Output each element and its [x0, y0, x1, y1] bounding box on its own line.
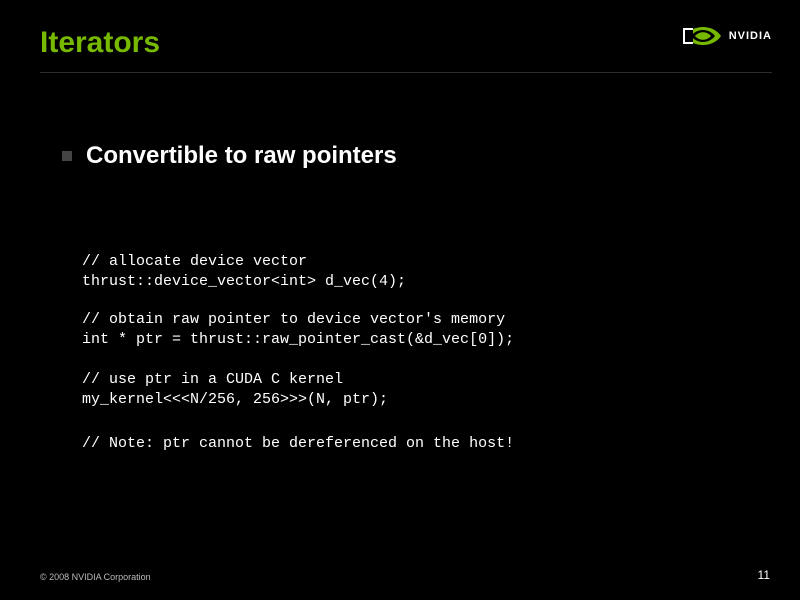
code-comment: // Note: ptr cannot be dereferenced on t…: [82, 435, 514, 452]
code-line: int * ptr = thrust::raw_pointer_cast(&d_…: [82, 331, 514, 348]
bullet-icon: [62, 151, 72, 161]
code-block-4: // Note: ptr cannot be dereferenced on t…: [82, 434, 514, 454]
code-line: my_kernel<<<N/256, 256>>>(N, ptr);: [82, 391, 388, 408]
code-block-2: // obtain raw pointer to device vector's…: [82, 310, 514, 351]
copyright: © 2008 NVIDIA Corporation: [40, 572, 151, 582]
nvidia-logo: NVIDIA: [683, 22, 772, 50]
slide: Iterators NVIDIA Convertible to raw poin…: [0, 0, 800, 600]
code-comment: // use ptr in a CUDA C kernel: [82, 371, 343, 388]
slide-title: Iterators: [40, 26, 160, 60]
code-comment: // allocate device vector: [82, 253, 307, 270]
divider: [40, 72, 772, 73]
subtitle-row: Convertible to raw pointers: [62, 142, 397, 170]
code-comment: // obtain raw pointer to device vector's…: [82, 311, 505, 328]
code-block-1: // allocate device vector thrust::device…: [82, 252, 406, 293]
page-number: 11: [758, 568, 770, 582]
nvidia-eye-icon: [683, 22, 723, 50]
subtitle: Convertible to raw pointers: [86, 142, 397, 170]
nvidia-logo-text: NVIDIA: [729, 30, 772, 42]
code-line: thrust::device_vector<int> d_vec(4);: [82, 273, 406, 290]
code-block-3: // use ptr in a CUDA C kernel my_kernel<…: [82, 370, 388, 411]
